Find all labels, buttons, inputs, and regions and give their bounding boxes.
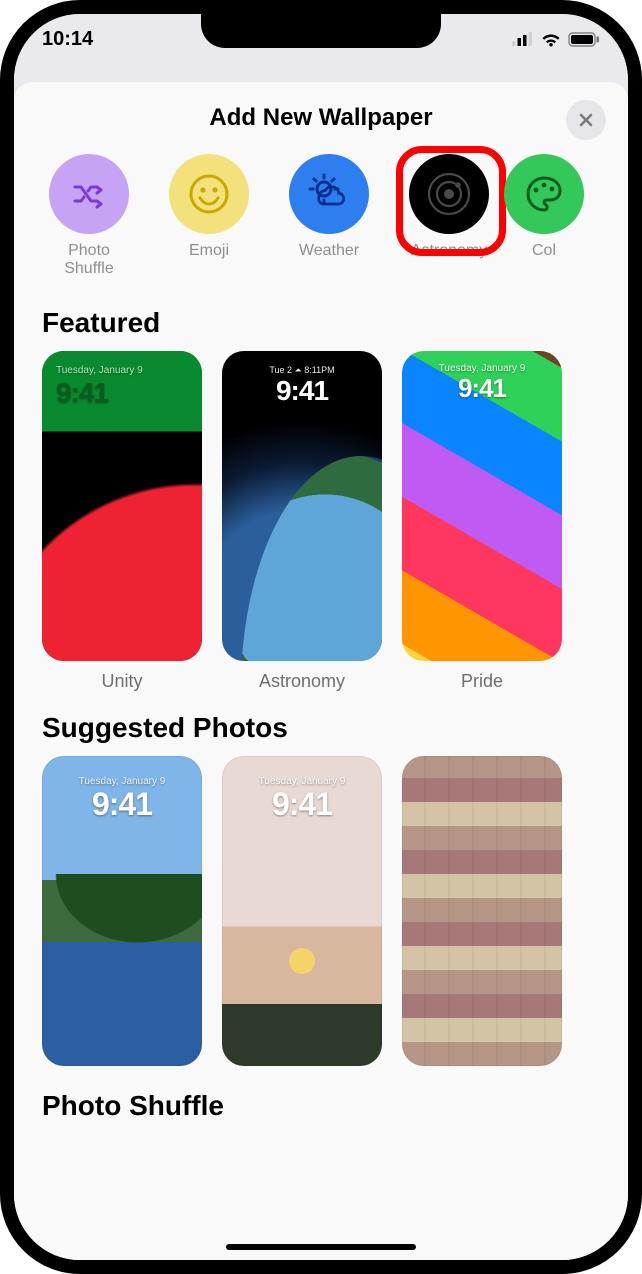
wallpaper-thumb: Tuesday, January 9 9:41 [42, 756, 202, 1066]
card-label: Pride [402, 671, 562, 692]
category-label: Photo Shuffle [64, 242, 114, 279]
astronomy-icon [409, 154, 489, 234]
screen: 10:14 Add New Wallpaper [14, 14, 628, 1260]
category-row[interactable]: Photo Shuffle Emoji Weather [14, 142, 628, 287]
category-label: Astronomy [411, 242, 487, 260]
sheet-title: Add New Wallpaper [209, 104, 432, 131]
wallpaper-thumb [402, 756, 562, 1066]
weather-icon [289, 154, 369, 234]
featured-scroll[interactable]: Tuesday, January 9 9:41 Unity Tue 2 ⏶ 8:… [14, 351, 628, 692]
suggested-scroll[interactable]: Tuesday, January 9 9:41 Tuesday, January… [14, 756, 628, 1066]
status-icons [512, 31, 600, 47]
battery-icon [568, 32, 600, 47]
emoji-icon [169, 154, 249, 234]
featured-card-astronomy[interactable]: Tue 2 ⏶ 8:11PM 9:41 Astronomy [222, 351, 382, 692]
status-time: 10:14 [42, 28, 93, 51]
card-label: Unity [42, 671, 202, 692]
cellular-icon [512, 32, 534, 46]
lock-time: 9:41 [402, 373, 562, 404]
featured-card-unity[interactable]: Tuesday, January 9 9:41 Unity [42, 351, 202, 692]
lock-time: 9:41 [222, 375, 382, 407]
lock-time: 9:41 [42, 786, 202, 823]
close-button[interactable] [566, 100, 606, 140]
suggested-card[interactable]: Tuesday, January 9 9:41 [42, 756, 202, 1066]
featured-card-pride[interactable]: Tuesday, January 9 9:41 Pride [402, 351, 562, 692]
wifi-icon [540, 31, 562, 47]
home-indicator[interactable] [226, 1244, 416, 1250]
category-weather[interactable]: Weather [284, 154, 374, 279]
wallpaper-thumb: Tuesday, January 9 9:41 [402, 351, 562, 661]
category-label: Emoji [189, 242, 229, 260]
category-photo-shuffle[interactable]: Photo Shuffle [44, 154, 134, 279]
suggested-card[interactable]: Tuesday, January 9 9:41 [222, 756, 382, 1066]
category-color[interactable]: Col [524, 154, 564, 279]
wallpaper-thumb: Tue 2 ⏶ 8:11PM 9:41 [222, 351, 382, 661]
earth-graphic [241, 456, 382, 661]
iphone-frame: 10:14 Add New Wallpaper [0, 0, 642, 1274]
palette-icon [504, 154, 584, 234]
wallpaper-thumb: Tuesday, January 9 9:41 [222, 756, 382, 1066]
suggested-card[interactable] [402, 756, 562, 1066]
lock-day: Tuesday, January 9 [42, 365, 202, 376]
shuffle-icon [49, 154, 129, 234]
suggested-title: Suggested Photos [14, 692, 628, 756]
lock-time: 9:41 [42, 377, 202, 409]
featured-title: Featured [14, 287, 628, 351]
wallpaper-thumb: Tuesday, January 9 9:41 [42, 351, 202, 661]
lock-time: 9:41 [222, 786, 382, 823]
sheet-header: Add New Wallpaper [14, 82, 628, 142]
category-label: Weather [299, 242, 359, 260]
category-label: Col [532, 242, 556, 260]
status-bar: 10:14 [14, 14, 628, 64]
close-icon [578, 112, 594, 128]
card-label: Astronomy [222, 671, 382, 692]
wallpaper-sheet: Add New Wallpaper Photo Shuffle [14, 82, 628, 1260]
category-astronomy[interactable]: Astronomy [404, 154, 494, 279]
category-emoji[interactable]: Emoji [164, 154, 254, 279]
photo-shuffle-title: Photo Shuffle [14, 1066, 628, 1122]
